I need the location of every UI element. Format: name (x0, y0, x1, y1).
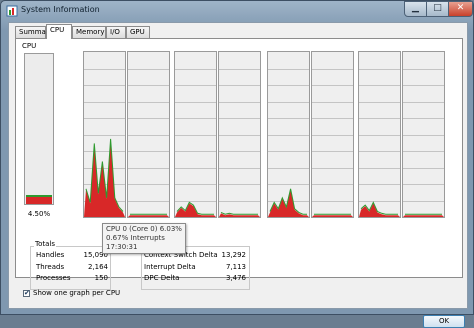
close-icon: ✕ (456, 3, 465, 13)
tooltip-time-line: 17:30:31 (106, 243, 138, 251)
cpu-graph-6[interactable] (358, 51, 401, 218)
dialog-client-area: Summary CPU Memory I/O GPU CPU 4.50% CPU… (8, 22, 468, 328)
system-information-app-icon (6, 5, 18, 17)
cpu-usage-meter (24, 53, 54, 205)
one-graph-per-cpu-label[interactable]: Show one graph per CPU (33, 289, 120, 297)
checkmark-icon: ✔ (24, 289, 30, 297)
ok-button[interactable]: OK (423, 315, 465, 328)
cpu-tooltip: CPU 0 (Core 0) 6.03% 0.67% Interrupts 17… (102, 223, 186, 254)
title-bar[interactable]: System Information ▁ □ ✕ (1, 1, 473, 22)
cpu-graph-usage-area (312, 215, 353, 217)
minimize-icon: ▁ (412, 3, 419, 13)
minimize-button[interactable]: ▁ (404, 1, 427, 17)
cpu-graph-usage-line (220, 211, 258, 215)
cpu-usage-percent: 4.50% (27, 210, 51, 218)
processes-value: 150 (94, 274, 108, 282)
interrupt-delta-label: Interrupt Delta (144, 263, 196, 271)
cpu-graph-5[interactable] (311, 51, 354, 218)
handles-label: Handles (36, 251, 65, 259)
cpu-graph-4[interactable] (267, 51, 310, 218)
cpu-graph-1[interactable] (127, 51, 170, 218)
close-button[interactable]: ✕ (448, 1, 473, 17)
interrupt-delta-value: 7,113 (225, 263, 246, 271)
cpu-graph-2[interactable] (174, 51, 217, 218)
tab-summary[interactable]: Summary (15, 26, 53, 38)
context-switch-delta-value: 13,292 (221, 251, 247, 259)
maximize-icon: □ (433, 3, 442, 13)
tab-memory[interactable]: Memory (72, 26, 106, 38)
threads-label: Threads (36, 263, 65, 271)
cpu-graph-3[interactable] (218, 51, 261, 218)
dpc-delta-value: 3,476 (225, 274, 246, 282)
dpc-delta-label: DPC Delta (144, 274, 180, 282)
cpu-tab-panel: CPU 4.50% CPU 0 (Core 0) 6.03% 0.67% Int… (15, 38, 463, 290)
one-graph-per-cpu-checkbox[interactable]: ✔ (23, 289, 30, 297)
cpu-graph-usage-area (403, 215, 444, 217)
tooltip-interrupts-line: 0.67% Interrupts (106, 234, 165, 242)
cpu-usage-meter-fill (26, 195, 52, 204)
tab-gpu[interactable]: GPU (126, 26, 150, 38)
cpu-graph-7[interactable] (402, 51, 445, 218)
tab-cpu[interactable]: CPU (46, 24, 72, 39)
system-information-window: System Information ▁ □ ✕ Summary CPU Mem… (0, 0, 474, 328)
totals-title: Totals (34, 240, 56, 248)
cpu-graph-usage-area (128, 215, 169, 217)
threads-value: 2,164 (87, 263, 108, 271)
window-title: System Information (21, 5, 100, 14)
maximize-button[interactable]: □ (426, 1, 449, 17)
cpu-section-label: CPU (22, 42, 37, 50)
tab-io[interactable]: I/O (106, 26, 126, 38)
processes-label: Processes (36, 274, 71, 282)
cpu-graph-0[interactable] (83, 51, 126, 218)
tooltip-cpu-line: CPU 0 (Core 0) 6.03% (106, 225, 182, 233)
